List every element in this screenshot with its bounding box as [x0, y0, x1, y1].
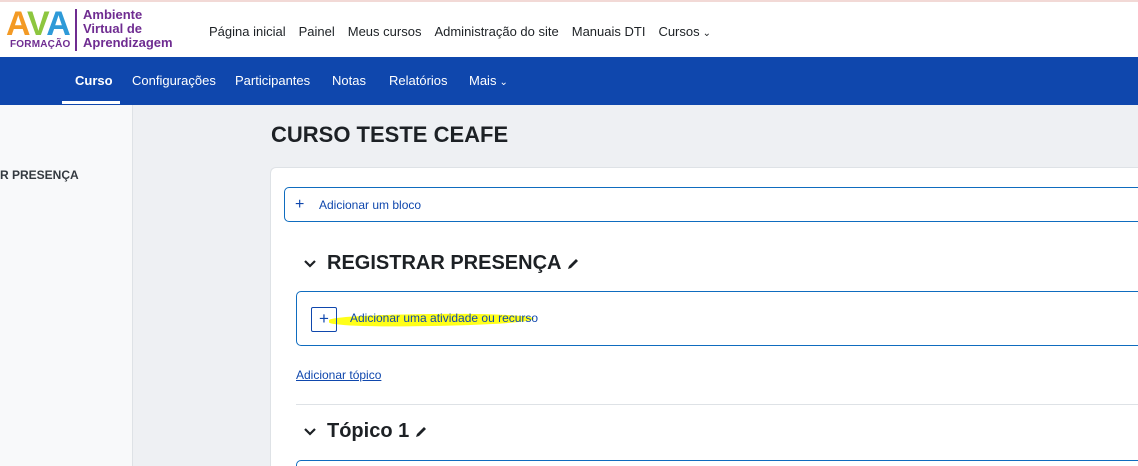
tab-course[interactable]: Curso: [75, 57, 113, 105]
nav-dti-manuals[interactable]: Manuais DTI: [572, 24, 646, 39]
tab-settings[interactable]: Configurações: [132, 57, 216, 105]
nav-my-courses[interactable]: Meus cursos: [348, 24, 422, 39]
page-title: CURSO TESTE CEAFE: [271, 122, 509, 147]
course-content-card: + Adicionar um bloco REGISTRAR PRESENÇA …: [270, 167, 1138, 466]
logo-text-line: Ambiente: [83, 7, 143, 22]
logo-text: Ambiente Virtual de Aprendizagem: [83, 8, 193, 50]
add-activity-button[interactable]: + Adicionar uma atividade ou recurso: [296, 291, 1138, 346]
add-topic-link[interactable]: Adicionar tópico: [296, 368, 381, 382]
site-logo[interactable]: AVA FORMAÇÃO Ambiente Virtual de Aprendi…: [6, 5, 186, 55]
chevron-down-icon[interactable]: [303, 257, 317, 271]
active-tab-indicator: [62, 101, 120, 104]
add-activity-label: Adicionar uma atividade ou recurso: [350, 311, 539, 325]
section-divider: [296, 404, 1138, 405]
nav-courses-label: Cursos: [658, 23, 700, 39]
logo-ava-mark: AVA: [6, 5, 71, 43]
pencil-icon[interactable]: [414, 425, 428, 439]
logo-divider: [75, 9, 77, 51]
add-block-label: Adicionar um bloco: [319, 197, 422, 212]
tab-more-label: Mais: [469, 73, 497, 88]
tab-participants[interactable]: Participantes: [235, 57, 310, 105]
plus-icon: +: [311, 307, 337, 332]
tab-grades[interactable]: Notas: [332, 57, 366, 105]
section-title: Tópico 1: [327, 420, 410, 442]
primary-navigation: Página inicial Painel Meus cursos Admini…: [209, 22, 724, 40]
chevron-down-icon: ⌄: [499, 77, 508, 88]
pencil-icon[interactable]: [566, 257, 580, 271]
add-activity-button[interactable]: [296, 460, 1138, 466]
section-header: REGISTRAR PRESENÇA: [303, 252, 580, 275]
nav-site-admin[interactable]: Administração do site: [434, 24, 558, 39]
plus-icon: +: [295, 195, 305, 213]
add-block-button[interactable]: + Adicionar um bloco: [284, 187, 1138, 222]
section-title: REGISTRAR PRESENÇA: [327, 252, 562, 274]
logo-text-line: Aprendizagem: [83, 35, 173, 50]
course-index-drawer: R PRESENÇA: [0, 105, 133, 466]
drawer-item-section[interactable]: R PRESENÇA: [0, 168, 79, 182]
logo-subtitle: FORMAÇÃO: [10, 39, 71, 50]
tab-more-dropdown[interactable]: Mais ⌄: [469, 57, 508, 105]
nav-home[interactable]: Página inicial: [209, 24, 286, 39]
section-header: Tópico 1: [303, 420, 428, 443]
top-navbar: AVA FORMAÇÃO Ambiente Virtual de Aprendi…: [0, 0, 1138, 57]
course-secondary-navigation: Curso Configurações Participantes Notas …: [0, 57, 1138, 105]
chevron-down-icon[interactable]: [303, 425, 317, 439]
nav-dashboard[interactable]: Painel: [299, 24, 335, 39]
tab-reports[interactable]: Relatórios: [389, 57, 448, 105]
nav-courses-dropdown[interactable]: Cursos ⌄: [658, 24, 711, 39]
chevron-down-icon: ⌄: [702, 27, 712, 39]
logo-text-line: Virtual de: [83, 21, 143, 36]
